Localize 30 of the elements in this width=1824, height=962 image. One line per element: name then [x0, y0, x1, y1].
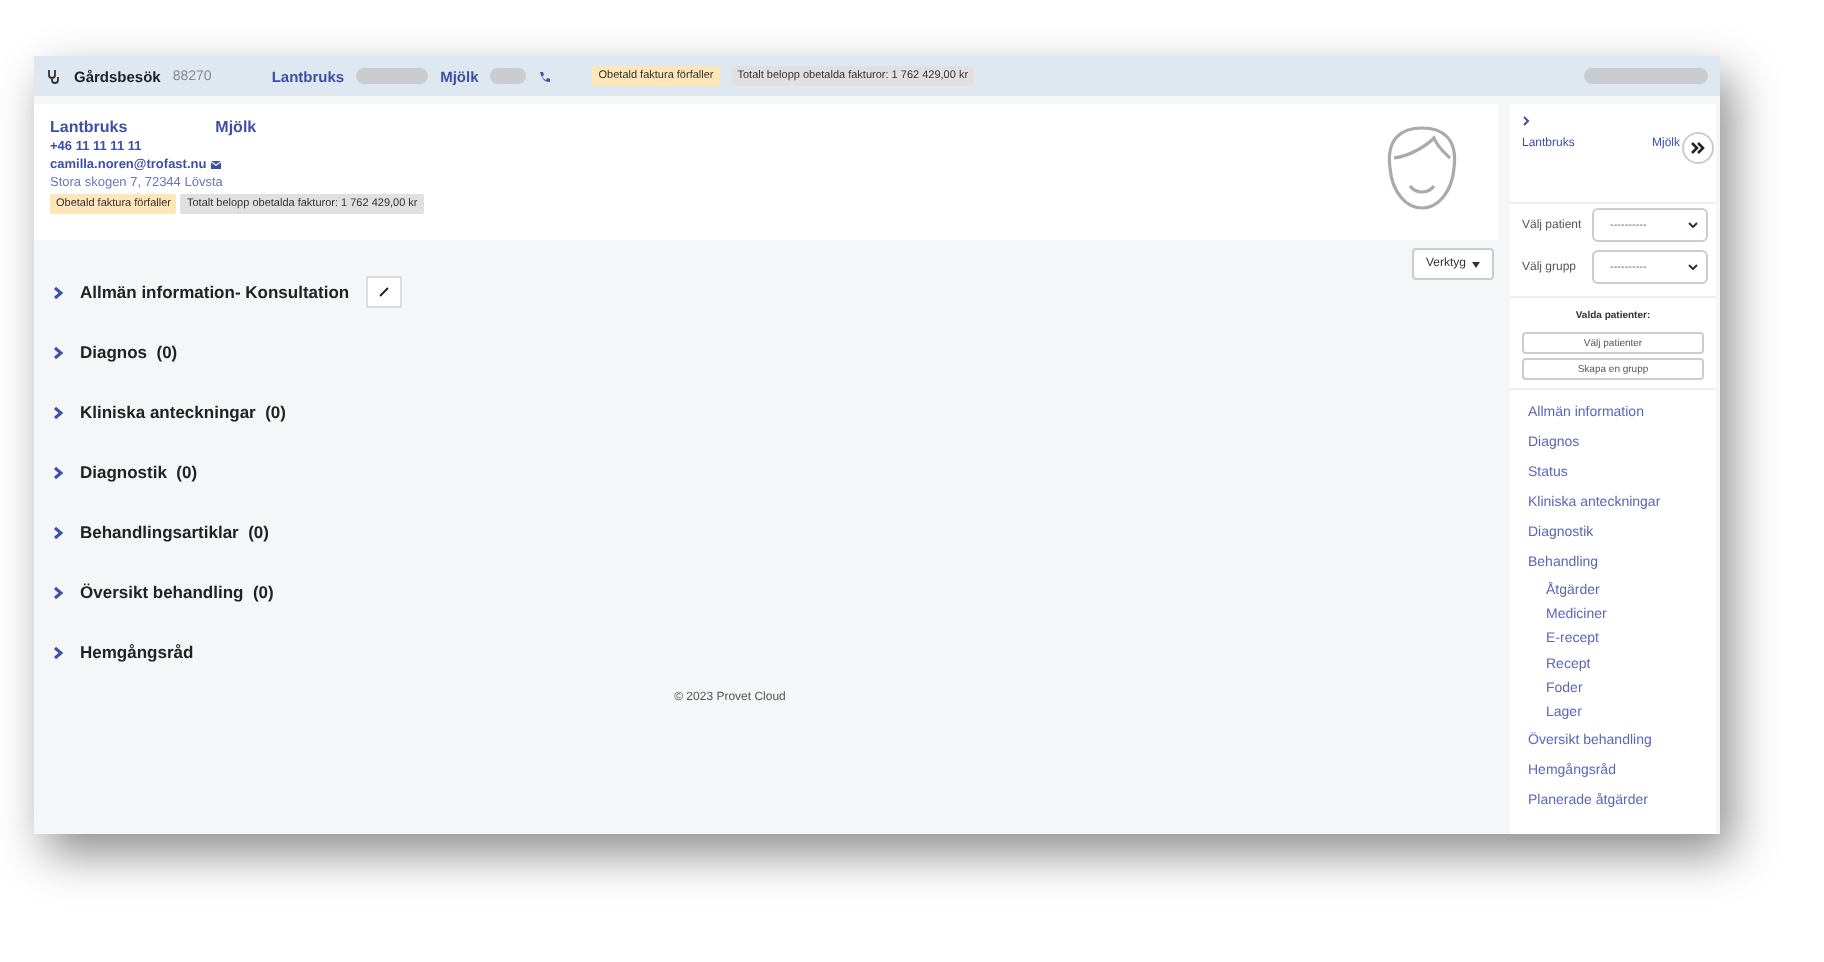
client-first-name: Lantbruks: [50, 118, 128, 136]
redacted-block: [356, 68, 429, 84]
section-heading[interactable]: Diagnostik (0): [80, 462, 198, 482]
chevron-right-icon: [52, 465, 64, 479]
section-heading[interactable]: Hemgångsråd: [80, 642, 194, 662]
chevron-right-icon: [52, 405, 64, 419]
chevron-right-icon: [52, 285, 64, 299]
chevron-down-icon: [1688, 264, 1698, 270]
section-heading[interactable]: Behandlingsartiklar (0): [80, 522, 269, 542]
phone-icon[interactable]: [538, 69, 553, 83]
pencil-icon: [377, 286, 390, 298]
section-heading[interactable]: Översikt behandling (0): [80, 582, 274, 602]
caret-icon: [1472, 261, 1480, 267]
chevron-right-icon: [52, 345, 64, 359]
chevron-down-icon: [1688, 222, 1698, 228]
redacted-block: [490, 68, 527, 84]
envelope-icon[interactable]: [210, 160, 223, 170]
section-heading[interactable]: Diagnos (0): [80, 342, 178, 362]
chevron-right-icon: [52, 585, 64, 599]
expand-button[interactable]: [1682, 132, 1714, 164]
client-last-name: Mjölk: [215, 118, 257, 136]
chevron-right-icon: [52, 645, 64, 659]
stethoscope-icon: [46, 68, 62, 84]
chevron-right-icon[interactable]: [1522, 116, 1530, 126]
chevron-right-icon: [52, 525, 64, 539]
avatar-icon: [1382, 122, 1462, 214]
section-heading[interactable]: Allmän information- Konsultation: [80, 282, 350, 302]
section-heading[interactable]: Kliniska anteckningar (0): [80, 402, 286, 422]
redacted-block: [1584, 68, 1708, 84]
double-chevron-icon: [1690, 142, 1706, 154]
